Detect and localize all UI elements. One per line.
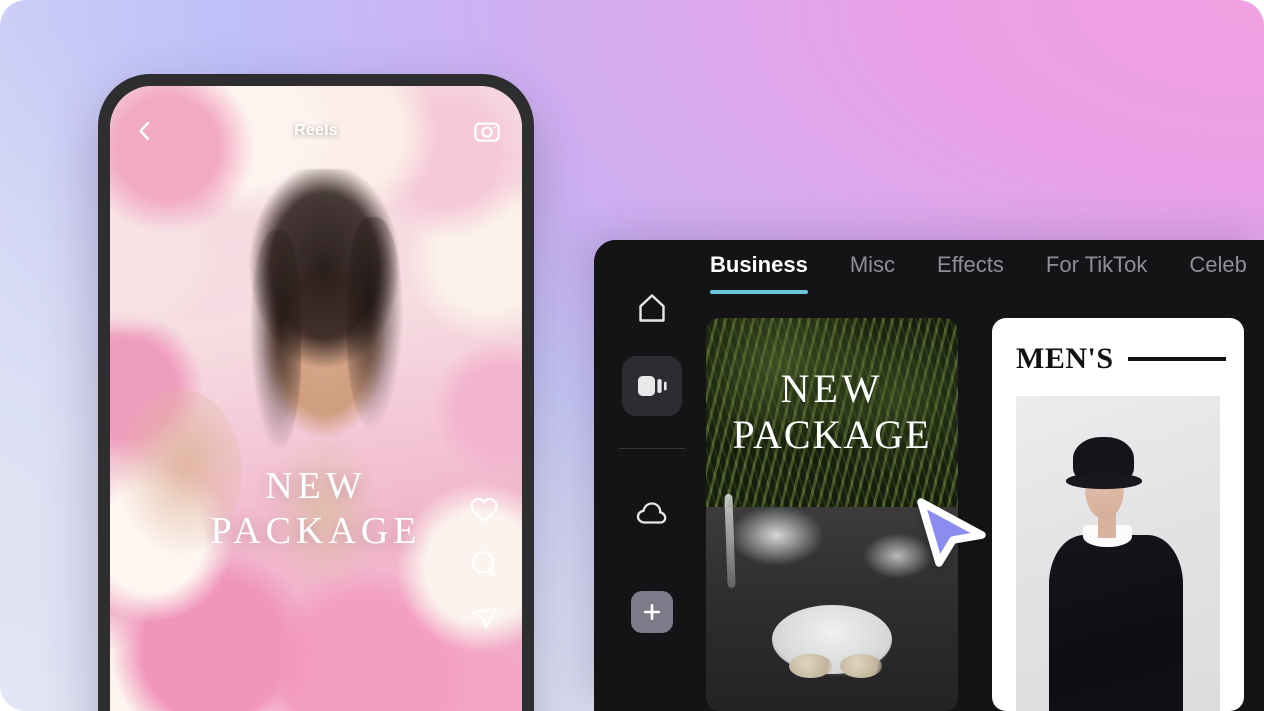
portrait-arm (118, 388, 242, 554)
card-title-line2: PACKAGE (732, 411, 932, 457)
comment-icon[interactable] (468, 548, 500, 580)
sidebar-item-home[interactable] (622, 278, 682, 338)
sidebar-item-cloud[interactable] (622, 483, 682, 543)
templates-icon (638, 376, 667, 396)
heart-icon[interactable] (468, 494, 500, 526)
sidebar-divider (619, 448, 685, 449)
camera-icon[interactable] (472, 116, 502, 146)
app-window: Business Misc Effects For TikTok Celeb N… (594, 240, 1264, 711)
add-button[interactable] (631, 591, 673, 633)
screenshot-root: Reels NEW PACKAGE Business Misc Effects … (0, 0, 1264, 711)
portrait-hair-right (347, 216, 403, 429)
phone-mockup: Reels NEW PACKAGE (98, 74, 534, 711)
card-header: MEN'S (1016, 342, 1226, 376)
sidebar-item-templates[interactable] (622, 356, 682, 416)
portrait-subject (208, 168, 440, 609)
card-title-mens: MEN'S (1016, 342, 1114, 375)
tab-celeb[interactable]: Celeb (1189, 240, 1246, 278)
app-sidebar (594, 240, 710, 711)
card-oyster-right (839, 653, 883, 679)
reel-background-photo (110, 86, 522, 711)
model-sweater (1048, 534, 1184, 711)
card-oyster-left (789, 653, 832, 679)
plus-icon (643, 603, 661, 621)
cloud-icon (636, 502, 667, 524)
card-title: NEW PACKAGE (706, 366, 958, 457)
chevron-left-icon[interactable] (130, 116, 160, 146)
card-food-table (706, 506, 958, 711)
card-title-rule (1127, 357, 1226, 361)
reel-action-rail (468, 494, 500, 634)
reels-header: Reels (110, 114, 522, 148)
card-model-photo (1016, 396, 1220, 711)
phone-screen: Reels NEW PACKAGE (110, 86, 522, 711)
reels-title: Reels (294, 122, 338, 139)
send-icon[interactable] (468, 602, 500, 634)
template-grid: NEW PACKAGE MEN'S (706, 318, 1264, 711)
tab-business[interactable]: Business (710, 240, 808, 294)
home-icon (639, 294, 665, 322)
model-hat (1065, 436, 1142, 490)
template-card-mens[interactable]: MEN'S (992, 318, 1244, 711)
tab-misc[interactable]: Misc (850, 240, 895, 278)
tab-for-tiktok[interactable]: For TikTok (1046, 240, 1147, 278)
tab-effects[interactable]: Effects (937, 240, 1004, 278)
portrait-hair-left (250, 230, 302, 451)
category-tabs: Business Misc Effects For TikTok Celeb (710, 240, 1264, 318)
card-title-line1: NEW (780, 366, 884, 411)
template-card-new-package[interactable]: NEW PACKAGE (706, 318, 958, 711)
